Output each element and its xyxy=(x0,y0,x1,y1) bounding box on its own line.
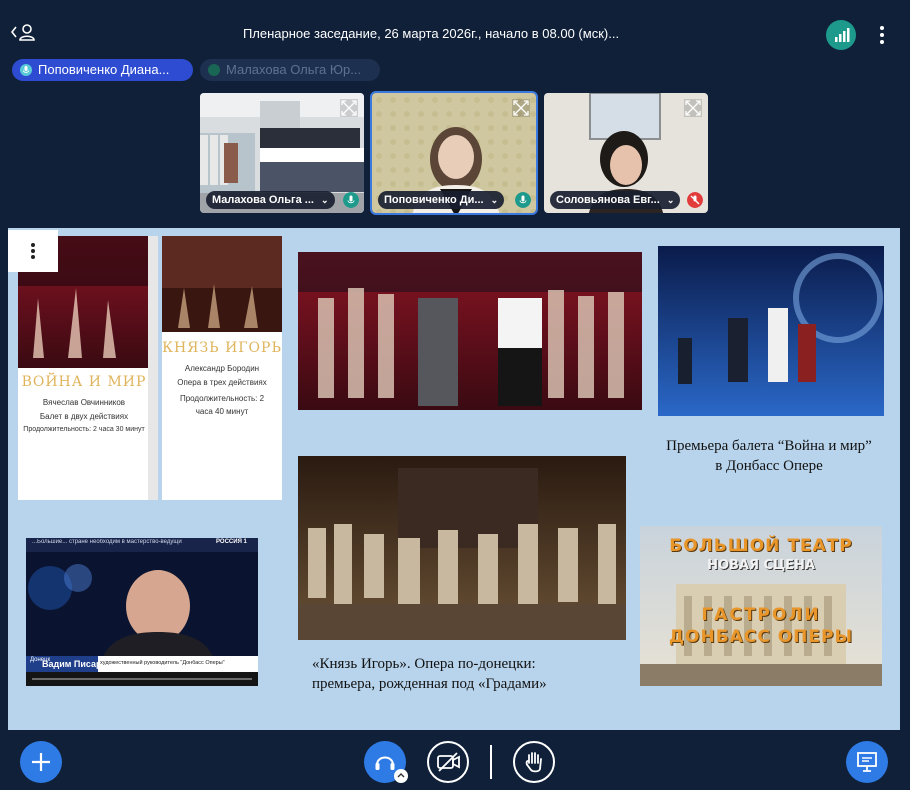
poster-title: ВОЙНА И МИР xyxy=(21,374,147,390)
more-options-button[interactable] xyxy=(874,22,890,48)
microphone-icon xyxy=(20,64,32,76)
shared-presentation-slide: ВОЙНА И МИР Вячеслав Овчинников Балет в … xyxy=(8,228,900,730)
expand-icon[interactable] xyxy=(340,99,358,117)
more-options-dot xyxy=(880,33,884,37)
speaker-chip-name: Малахова Ольга Юр... xyxy=(226,62,362,77)
presentation-icon xyxy=(857,752,877,772)
expand-icon[interactable] xyxy=(512,99,530,117)
more-options-dot xyxy=(880,40,884,44)
toolbar-divider xyxy=(490,745,492,779)
chevron-up-icon xyxy=(397,773,405,778)
bolshoi-line3: ГАСТРОЛИ xyxy=(701,605,821,625)
microphone-icon xyxy=(208,64,220,76)
microphone-on-icon xyxy=(515,192,531,208)
chevron-down-icon: ⌄ xyxy=(490,195,499,205)
video-headline: ...Большие... стране необходим в мастерс… xyxy=(32,539,182,545)
slide-options-button[interactable] xyxy=(8,230,58,272)
chevron-down-icon: ⌄ xyxy=(666,195,675,205)
microphone-on-icon xyxy=(343,192,359,208)
poster-composer: Александр Бородин xyxy=(184,364,260,373)
participant-name: Соловьянова Евг... xyxy=(556,194,660,206)
add-button[interactable] xyxy=(20,741,62,783)
microphone-muted-icon xyxy=(687,192,703,208)
poster-war-and-peace-text: ВОЙНА И МИР Вячеслав Овчинников Балет в … xyxy=(18,374,150,433)
camera-toggle-button[interactable] xyxy=(427,741,469,783)
opera-premiere-caption: «Князь Игорь». Опера по-донецки: премьер… xyxy=(312,654,632,694)
speaker-chip[interactable]: Малахова Ольга Юр... xyxy=(200,59,380,81)
camera-off-icon xyxy=(437,752,460,772)
ballet-premiere-caption: Премьера балета “Война и мир” в Донбасс … xyxy=(644,436,894,476)
raise-hand-button[interactable] xyxy=(513,741,555,783)
participant-name: Малахова Ольга ... xyxy=(212,194,314,206)
connection-quality-button[interactable] xyxy=(826,20,856,50)
caption-line: премьера, рожденная под «Градами» xyxy=(312,676,547,692)
meeting-title: Пленарное заседание, 26 марта 2026г., на… xyxy=(242,26,620,41)
more-options-icon xyxy=(31,243,35,247)
poster-composer: Вячеслав Овчинников xyxy=(42,398,126,407)
video-tile-popovichenko[interactable]: Поповиченко Ди... ⌄ xyxy=(370,91,538,215)
caption-line: Премьера балета “Война и мир” xyxy=(666,438,872,454)
poster-title: КНЯЗЬ ИГОРЬ xyxy=(162,340,282,356)
bolshoi-line2: НОВАЯ СЦЕНА xyxy=(707,558,815,573)
caption-line: в Донбасс Опере xyxy=(715,458,823,474)
video-person-role: художественный руководитель "Донбасс Опе… xyxy=(100,660,225,666)
participant-name-label[interactable]: Поповиченко Ди... ⌄ xyxy=(378,191,505,209)
video-person-name: Вадим Писарев xyxy=(42,659,113,669)
poster-duration: Продолжительность: 2 часа 40 минут xyxy=(179,394,265,416)
speaker-chip-name: Поповиченко Диана... xyxy=(38,62,170,77)
poster-subtitle: Опера в трех действиях xyxy=(177,378,267,387)
audio-button[interactable] xyxy=(364,741,408,783)
video-tile-malakhova[interactable]: Малахова Ольга ... ⌄ xyxy=(198,91,366,215)
poster-duration: Продолжительность: 2 часа 30 минут xyxy=(23,426,145,433)
participant-name-label[interactable]: Соловьянова Евг... ⌄ xyxy=(550,191,681,209)
bolshoi-line4: ДОНБАСС ОПЕРЫ xyxy=(668,627,854,647)
participant-name-label[interactable]: Малахова Ольга ... ⌄ xyxy=(206,191,335,209)
chevron-down-icon: ⌄ xyxy=(321,195,329,205)
video-channel-logo: РОССИЯ 1 xyxy=(216,539,247,545)
more-options-dot xyxy=(31,249,35,253)
video-tile-solovyanova[interactable]: Соловьянова Евг... ⌄ xyxy=(542,91,710,215)
plus-icon xyxy=(32,753,50,771)
ballet-cast-photo xyxy=(298,252,642,410)
more-options-icon xyxy=(880,26,884,30)
speaker-chip-active[interactable]: Поповиченко Диана... xyxy=(12,59,193,81)
expand-icon[interactable] xyxy=(684,99,702,117)
poster-prince-igor-text: КНЯЗЬ ИГОРЬ Александр Бородин Опера в тр… xyxy=(162,340,282,418)
audio-options-chevron[interactable] xyxy=(394,769,408,783)
prince-igor-opera-photo xyxy=(298,456,626,640)
war-and-peace-stage-photo xyxy=(658,246,884,416)
bolshoi-text: БОЛЬШОЙ ТЕАТР НОВАЯ СЦЕНА ГАСТРОЛИ ДОНБА… xyxy=(640,536,882,647)
participant-name: Поповиченко Ди... xyxy=(384,194,484,206)
top-bar: Пленарное заседание, 26 марта 2026г., на… xyxy=(0,0,910,56)
signal-bars-icon xyxy=(835,28,850,42)
hand-icon xyxy=(525,752,542,773)
poster-subtitle: Балет в двух действиях xyxy=(39,412,129,421)
bolshoi-line1: БОЛЬШОЙ ТЕАТР xyxy=(669,536,853,556)
more-options-dot xyxy=(31,255,35,259)
caption-line: «Князь Игорь». Опера по-донецки: xyxy=(312,656,536,672)
poster-war-and-peace xyxy=(18,236,158,500)
screen-share-button[interactable] xyxy=(846,741,888,783)
